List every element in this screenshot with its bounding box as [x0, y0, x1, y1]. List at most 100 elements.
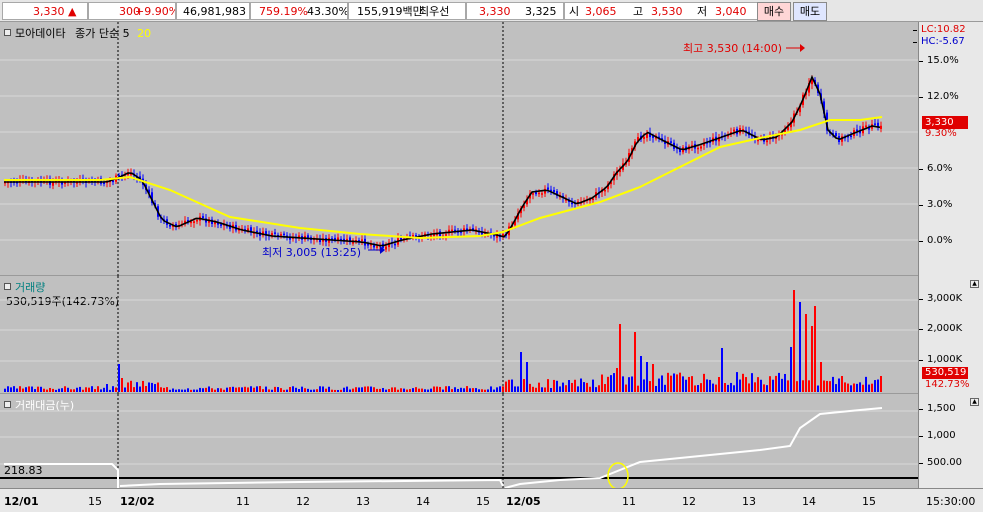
volume-bar — [196, 389, 198, 392]
candle-body — [451, 229, 453, 232]
volume-chart-panel[interactable]: 거래량 530,519주(142.73%) — [0, 276, 918, 394]
price-chart-panel[interactable]: 모아데이타 종가 단순 5 20 최고 3,530 (14:00) 최저 3,0… — [0, 22, 918, 276]
buy-button[interactable]: 매수 — [757, 2, 791, 21]
y-tick-label: 1,000K — [918, 354, 963, 365]
volume-bar — [181, 389, 183, 392]
volume-bar — [844, 382, 846, 392]
volume-bar — [223, 389, 225, 392]
volume-bar — [232, 386, 234, 392]
candle-body — [835, 133, 837, 137]
candle-body — [547, 187, 549, 190]
best-bid: 3,325 — [525, 5, 557, 18]
volume-bar — [421, 388, 423, 392]
volume-bar — [433, 386, 435, 392]
volume-bar — [877, 379, 879, 392]
volume-value: 46,981,983 — [183, 5, 246, 18]
volume-bar — [580, 378, 582, 392]
volume-bar — [337, 389, 339, 392]
volume-bar — [415, 387, 417, 392]
candle-body — [346, 238, 348, 241]
volume-bar — [616, 368, 618, 392]
amount-line — [119, 478, 504, 487]
volume-bar — [619, 324, 621, 392]
open-value: 3,065 — [585, 5, 617, 18]
up-arrow-icon: ▲ — [68, 5, 77, 18]
volume-bar — [397, 389, 399, 392]
candle-body — [766, 140, 768, 143]
volume-bar — [67, 387, 69, 392]
volume-bar — [346, 386, 348, 392]
volume-bar — [682, 376, 684, 392]
panel-menu-icon[interactable]: ▲ — [970, 280, 979, 288]
x-tick-label: 15 — [862, 495, 876, 508]
volume-bar — [334, 389, 336, 392]
x-tick-label: 12/01 — [4, 495, 39, 508]
amount-chart-panel[interactable]: 거래대금(누) 218.83 — [0, 394, 918, 490]
volume-bar — [700, 383, 702, 392]
volume-bar — [451, 389, 453, 392]
x-tick-label: 15 — [88, 495, 102, 508]
volume-bar — [505, 381, 507, 392]
x-tick-label: 12 — [296, 495, 310, 508]
volume-bar — [532, 386, 534, 392]
current-price-field: 3,330 ▲ — [2, 2, 88, 20]
volume-bar — [370, 386, 372, 392]
volume-bar — [76, 387, 78, 392]
volume-bar — [61, 388, 63, 392]
volume-bar — [748, 383, 750, 392]
volume-bar — [745, 377, 747, 392]
volume-bar — [664, 384, 666, 392]
sell-button[interactable]: 매도 — [793, 2, 827, 21]
candle-body — [412, 235, 414, 237]
volume-bar — [412, 388, 414, 392]
volume-bar — [439, 386, 441, 392]
volume-bar — [385, 389, 387, 392]
change-field: 300 +9.90% — [88, 2, 176, 20]
candle-body — [874, 123, 876, 125]
x-tick-label: 15 — [476, 495, 490, 508]
volume-bar — [364, 386, 366, 392]
volume-bar — [769, 376, 771, 392]
candle-body — [757, 139, 759, 142]
volume-bar — [694, 385, 696, 392]
candle-body — [283, 233, 285, 236]
volume-bar — [604, 384, 606, 392]
volume-bar — [793, 290, 795, 392]
volume-bar — [382, 387, 384, 392]
volume-bar — [853, 383, 855, 392]
amount-chart — [0, 394, 918, 490]
candle-body — [367, 244, 369, 246]
volume-bar — [715, 384, 717, 392]
candle-body — [376, 246, 378, 248]
volume-bar — [628, 377, 630, 392]
volume-bar — [295, 387, 297, 392]
volume-bar — [856, 383, 858, 392]
volume-bar — [331, 389, 333, 392]
panel-menu-icon[interactable]: ▲ — [970, 398, 979, 406]
candle-body — [361, 239, 363, 241]
volume-bar — [880, 376, 882, 392]
x-tick-label: 11 — [622, 495, 636, 508]
volume-bar — [328, 386, 330, 392]
volume-bar — [727, 384, 729, 392]
volume-bar — [871, 383, 873, 392]
volume-bar — [562, 382, 564, 392]
volume-bar — [34, 389, 36, 392]
volume-bar — [487, 389, 489, 392]
volume-bar — [340, 389, 342, 392]
volume-bar — [70, 389, 72, 392]
volume-bar — [592, 379, 594, 392]
hc-label: HC:-5.67 — [913, 36, 965, 47]
volume-bar — [511, 379, 513, 392]
volume-bar — [556, 380, 558, 392]
volume-bar — [730, 382, 732, 392]
amount-value: 155,919백만 — [357, 5, 423, 18]
volume-y-axis: ▲ 3,000K 2,000K 1,000K 530,519 142.73% — [918, 276, 983, 394]
volume-bar — [184, 389, 186, 392]
volume-bar — [103, 387, 105, 392]
volume-bar — [31, 386, 33, 392]
volume-bar — [445, 386, 447, 392]
candle-body — [280, 234, 282, 236]
volume-bar — [139, 386, 141, 392]
volume-bar — [670, 375, 672, 392]
